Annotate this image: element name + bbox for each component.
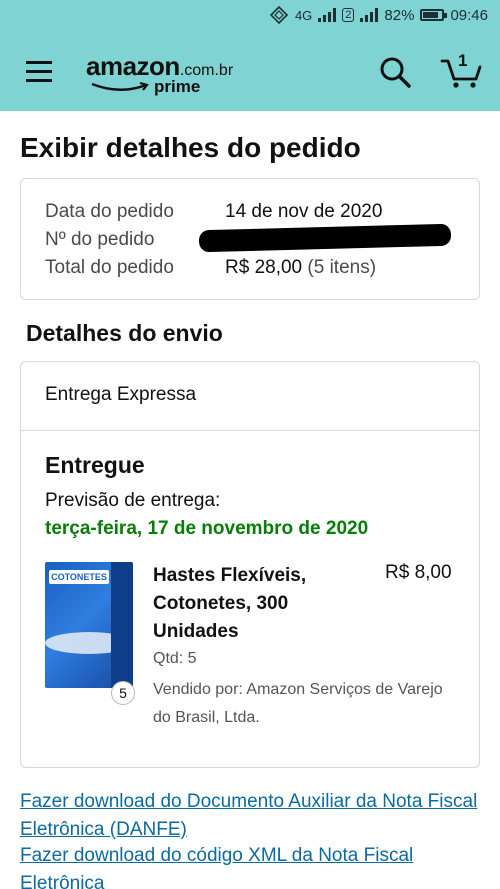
download-xml-link[interactable]: Fazer download do código XML da Nota Fis… xyxy=(20,842,480,889)
battery-icon xyxy=(420,9,448,21)
page-title: Exibir detalhes do pedido xyxy=(20,132,361,163)
download-danfe-link[interactable]: Fazer download do Documento Auxiliar da … xyxy=(20,788,480,844)
product-name-link[interactable]: Hastes Flexíveis, Cotonetes, 300 Unidade… xyxy=(153,562,353,646)
order-total-amount: R$ 28,00 xyxy=(225,257,303,278)
product-image-brand: COTONETES xyxy=(49,570,109,584)
amazon-prime-logo[interactable]: amazon.com.br prime xyxy=(86,51,233,96)
order-date-value: 14 de nov de 2020 xyxy=(225,201,383,222)
shipment-card: Entrega Expressa Entregue Previsão de en… xyxy=(20,361,480,768)
logo-prime: prime xyxy=(154,77,201,96)
network-type: 4G xyxy=(294,7,313,23)
cart-count: 1 xyxy=(458,51,468,70)
order-total-value: R$ 28,00 (5 itens) xyxy=(225,257,376,279)
product-quantity: Qtd: 5 xyxy=(153,650,197,667)
shipping-method: Entrega Expressa xyxy=(45,384,197,405)
delivery-status: Entregue xyxy=(45,452,145,478)
search-icon[interactable] xyxy=(378,55,412,89)
order-total-items: (5 itens) xyxy=(307,257,377,278)
cart-button[interactable]: 1 xyxy=(440,51,484,89)
battery-percent: 82% xyxy=(384,6,415,24)
divider xyxy=(21,430,479,431)
clock: 09:46 xyxy=(450,6,488,24)
logo-smile-icon xyxy=(91,81,149,91)
product-image-side xyxy=(111,562,133,688)
status-bar: 4G 2 82% 09:46 xyxy=(0,0,500,33)
product-price: R$ 8,00 xyxy=(385,562,452,583)
eta-date: terça-feira, 17 de novembro de 2020 xyxy=(45,518,369,539)
order-number-label: Nº do pedido xyxy=(45,229,155,250)
rotate-icon xyxy=(269,6,289,24)
app-header: amazon.com.br prime 1 xyxy=(0,33,500,111)
order-summary-card: Data do pedido 14 de nov de 2020 Nº do p… xyxy=(20,178,480,300)
quantity-badge: 5 xyxy=(111,681,135,705)
product-seller: Vendido por: Amazon Serviços de Varejo d… xyxy=(153,681,443,726)
menu-icon[interactable] xyxy=(26,61,52,83)
signal-icon-2 xyxy=(360,8,379,22)
redacted-order-number xyxy=(198,223,452,253)
signal-icon xyxy=(318,8,337,22)
sim-badge: 2 xyxy=(342,8,355,22)
order-total-label: Total do pedido xyxy=(45,257,174,278)
shipment-section-title: Detalhes do envio xyxy=(26,320,223,346)
product-image[interactable]: COTONETES xyxy=(45,562,133,688)
status-icons: 4G 2 82% 09:46 xyxy=(269,6,488,24)
eta-label: Previsão de entrega: xyxy=(45,490,221,511)
order-date-label: Data do pedido xyxy=(45,201,174,222)
